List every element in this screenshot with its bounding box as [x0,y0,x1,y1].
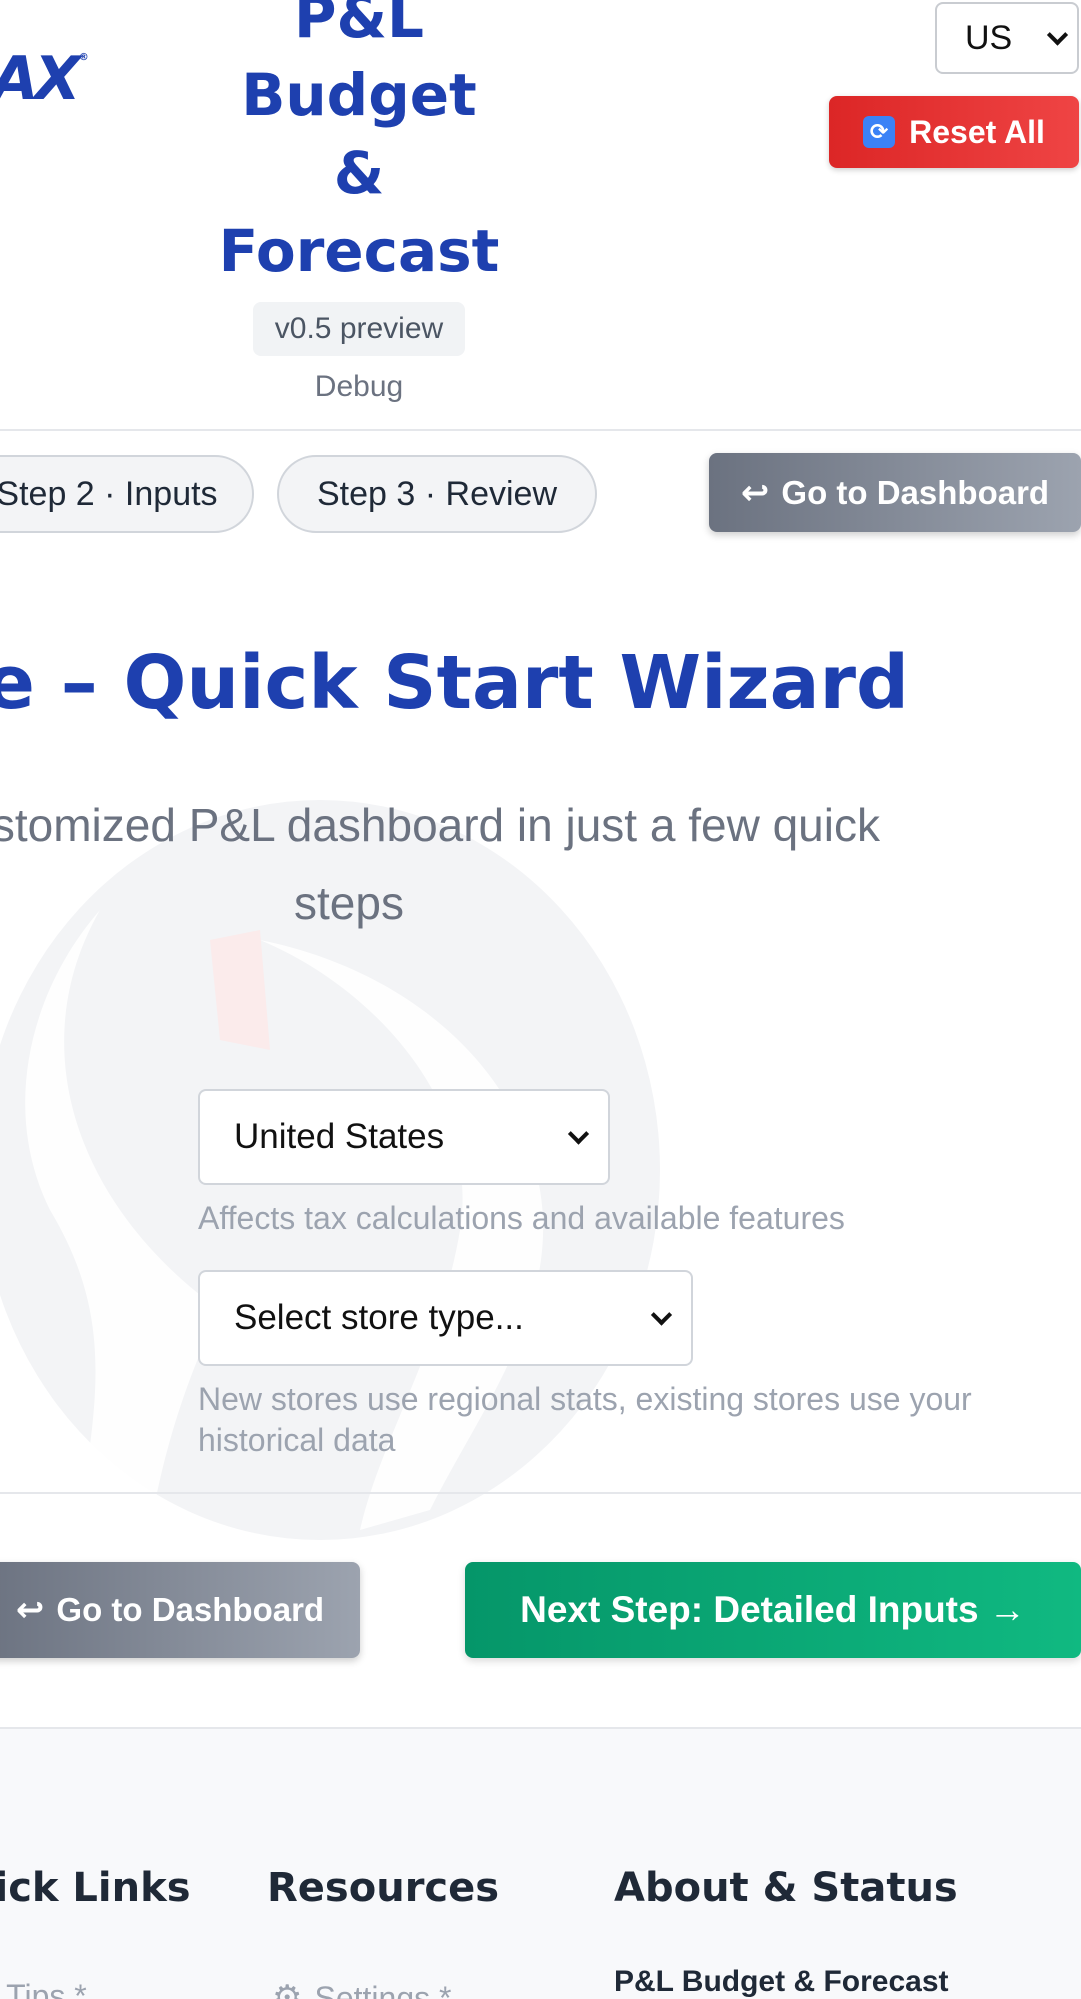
chevron-down-icon [567,1123,590,1145]
reset-all-button[interactable]: ⟳ Reset All [829,96,1079,168]
app-title-block: P&L Budget & Forecast v0.5 preview Debug [200,0,518,404]
form-divider [0,1492,1081,1494]
return-arrow-icon: ↩ [740,473,770,512]
app-title: P&L Budget & Forecast [218,0,500,285]
next-step-button[interactable]: Next Step: Detailed Inputs → [465,1562,1081,1658]
region-select[interactable]: US [935,2,1079,74]
store-type-helper-text: New stores use regional stats, existing … [198,1381,972,1458]
tab-step-2[interactable]: Step 2 · Inputs [0,455,254,533]
return-arrow-icon: ↩ [15,1591,45,1629]
country-value: United States [234,1117,445,1156]
tab-step-3[interactable]: Step 3 · Review [277,455,597,533]
refresh-icon: ⟳ [863,116,896,148]
footer-link-settings[interactable]: ⚙ Settings * [272,1978,451,1999]
go-to-dashboard-button[interactable]: ↩ Go to Dashboard [0,1562,360,1658]
store-type-select[interactable]: Select store type... [198,1270,693,1366]
footer-about-heading: About & Status [614,1865,958,1911]
country-helper-text: Affects tax calculations and available f… [198,1200,845,1236]
chevron-down-icon [1046,24,1069,46]
footer: Quick Links Pro Tips * Resources ⚙ Setti… [0,1727,1081,1999]
debug-link[interactable]: Debug [200,370,518,404]
reset-all-label: Reset All [909,113,1045,150]
brand-logo: AX ® [0,44,89,114]
footer-resources-heading: Resources [267,1865,500,1911]
go-to-dashboard-button-top[interactable]: ↩ Go to Dashboard [709,453,1081,532]
gear-icon: ⚙ [272,1979,303,1999]
chevron-down-icon [650,1304,673,1326]
wizard-title: Welcome – Quick Start Wizard [0,640,909,726]
store-type-value: Select store type... [234,1298,524,1337]
header-divider [0,429,1081,431]
region-value: US [965,18,1013,57]
wizard-subtitle: Get a customized P&L dashboard in just a… [0,799,880,929]
country-select[interactable]: United States [198,1089,610,1185]
footer-quick-links-heading: Quick Links [0,1865,191,1911]
footer-link-pro-tips[interactable]: Pro Tips * [0,1978,87,1999]
footer-about-product: P&L Budget & Forecast [614,1965,949,1998]
version-badge: v0.5 preview [252,302,466,356]
